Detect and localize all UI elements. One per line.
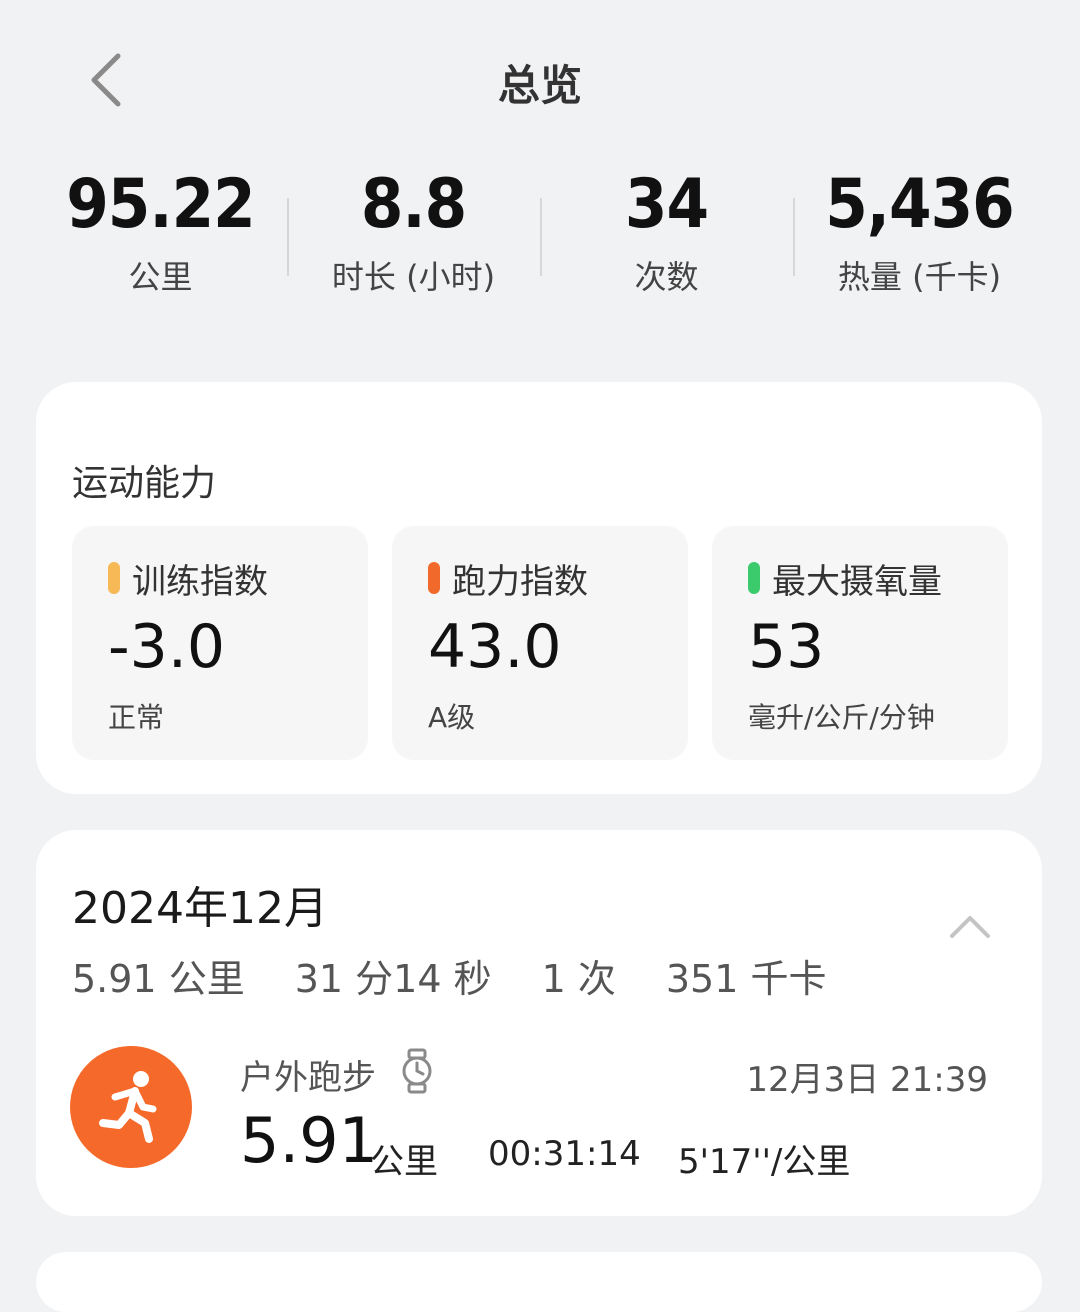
month-count: 1 次 xyxy=(541,957,616,1001)
header: 总览 xyxy=(0,0,1080,160)
summary-calories: 5,436 热量 (千卡) xyxy=(793,160,1046,310)
summary-value: 5,436 xyxy=(825,165,1015,244)
indicator-bar xyxy=(428,562,440,594)
running-person-icon xyxy=(99,1071,157,1143)
tile-value: 53 xyxy=(748,612,825,682)
summary-distance: 95.22 公里 xyxy=(34,160,287,310)
month-distance: 5.91 公里 xyxy=(72,957,245,1001)
collapse-button[interactable] xyxy=(948,912,992,942)
indicator-bar xyxy=(108,562,120,594)
summary-value: 34 xyxy=(624,165,709,244)
tile-training-index[interactable]: 训练指数 -3.0 正常 xyxy=(72,526,368,760)
tile-vo2max[interactable]: 最大摄氧量 53 毫升/公斤/分钟 xyxy=(712,526,1008,760)
tile-sub: 毫升/公斤/分钟 xyxy=(748,701,935,734)
summary-duration: 8.8 时长 (小时) xyxy=(287,160,540,310)
month-stats: 5.91 公里 31 分14 秒 1 次 351 千卡 xyxy=(72,948,826,1003)
summary-label: 次数 xyxy=(634,258,699,296)
activity-datetime: 12月3日 21:39 xyxy=(746,1060,988,1100)
chevron-up-icon xyxy=(950,916,990,938)
tile-value: -3.0 xyxy=(108,612,226,682)
summary-value: 95.22 xyxy=(66,165,256,244)
tile-running-index[interactable]: 跑力指数 43.0 A级 xyxy=(392,526,688,760)
month-title: 2024年12月 xyxy=(72,883,328,934)
ability-card: 运动能力 训练指数 -3.0 正常 跑力指数 43.0 A级 最大摄氧量 53 … xyxy=(36,382,1042,794)
summary-label: 热量 (千卡) xyxy=(837,258,1002,296)
tile-label: 训练指数 xyxy=(132,562,268,602)
ability-tiles: 训练指数 -3.0 正常 跑力指数 43.0 A级 最大摄氧量 53 毫升/公斤… xyxy=(72,526,1008,760)
summary-stats: 95.22 公里 8.8 时长 (小时) 34 次数 5,436 热量 (千卡) xyxy=(34,160,1046,310)
indicator-bar xyxy=(748,562,760,594)
summary-label: 时长 (小时) xyxy=(331,258,496,296)
tile-value: 43.0 xyxy=(428,612,562,682)
activity-distance-unit: 公里 xyxy=(370,1142,438,1182)
activity-pace: 5'17''/公里 xyxy=(678,1142,851,1182)
tile-sub: 正常 xyxy=(108,701,165,734)
month-card: 2024年12月 5.91 公里 31 分14 秒 1 次 351 千卡 户外跑… xyxy=(36,830,1042,1216)
tile-label: 最大摄氧量 xyxy=(772,562,942,602)
activity-duration: 00:31:14 xyxy=(488,1134,641,1174)
tile-sub: A级 xyxy=(428,701,476,734)
activity-icon[interactable] xyxy=(70,1046,192,1168)
page-title: 总览 xyxy=(497,61,582,110)
month-calories: 351 千卡 xyxy=(665,957,827,1001)
next-card xyxy=(36,1252,1042,1312)
ability-title: 运动能力 xyxy=(72,463,217,504)
summary-label: 公里 xyxy=(128,258,193,296)
tile-label: 跑力指数 xyxy=(452,562,588,602)
watch-icon xyxy=(400,1048,434,1094)
month-duration: 31 分14 秒 xyxy=(294,957,492,1001)
summary-value: 8.8 xyxy=(360,165,467,244)
activity-distance: 5.91 xyxy=(240,1104,379,1177)
activity-type: 户外跑步 xyxy=(240,1058,376,1098)
summary-count: 34 次数 xyxy=(540,160,793,310)
